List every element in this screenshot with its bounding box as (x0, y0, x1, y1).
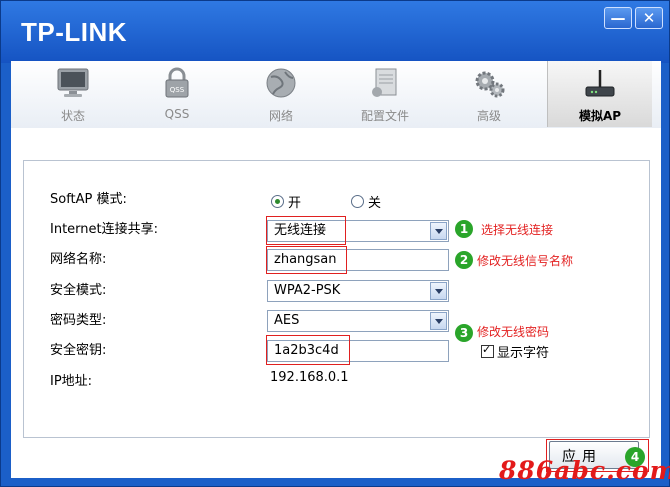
security-mode-select[interactable]: WPA2-PSK (267, 280, 449, 302)
radio-dot-icon (271, 195, 284, 208)
softap-on-radio[interactable]: 开 (271, 192, 301, 211)
internet-sharing-select[interactable]: 无线连接 (267, 220, 449, 242)
tab-qss[interactable]: QSS QSS (125, 61, 229, 127)
tab-advanced[interactable]: 高级 (437, 61, 541, 127)
tp-link-logo: TP-LINK (21, 17, 128, 47)
cipher-type-select[interactable]: AES (267, 310, 449, 332)
show-characters-label: 显示字符 (497, 346, 550, 361)
security-key-label: 安全密钥: (50, 343, 107, 358)
router-icon (585, 70, 615, 97)
chevron-down-icon[interactable] (430, 312, 447, 330)
tab-label: 网络 (268, 109, 293, 123)
internet-sharing-label: Internet连接共享: (50, 222, 158, 237)
close-button[interactable]: ✕ (635, 7, 663, 29)
step-badge: 1 (455, 220, 473, 238)
tab-label: 高级 (476, 109, 501, 123)
ip-address-label: IP地址: (50, 374, 93, 389)
tab-network[interactable]: 网络 (229, 61, 333, 127)
softap-mode-label: SoftAP 模式: (50, 192, 127, 207)
radio-on-label: 开 (288, 196, 302, 211)
watermark: 886abc.com (499, 456, 670, 485)
ip-address-value: 192.168.0.1 (270, 370, 349, 385)
minimize-button[interactable]: — (604, 7, 632, 29)
chevron-down-icon[interactable] (430, 282, 447, 300)
tab-label: QSS (164, 107, 190, 121)
security-mode-label: 安全模式: (50, 283, 107, 298)
checkbox-check-icon (481, 343, 494, 358)
monitor-icon (57, 68, 89, 97)
app-window: TP-LINK — ✕ 状态 QSS QSS 网络 配置文件 高级 模拟AP S… (0, 0, 670, 487)
tab-soft-ap[interactable]: 模拟AP (547, 61, 652, 127)
content-area (11, 128, 661, 478)
radio-off-label: 关 (368, 196, 382, 211)
show-characters-checkbox[interactable]: 显示字符 (481, 342, 549, 361)
security-value: WPA2-PSK (274, 283, 341, 298)
radio-circle-icon (351, 195, 364, 208)
tab-status[interactable]: 状态 (21, 61, 125, 127)
annotation-text: 修改无线信号名称 (477, 254, 574, 268)
softap-off-radio[interactable]: 关 (351, 192, 381, 211)
tab-label: 状态 (60, 109, 85, 123)
security-key-input[interactable]: 1a2b3c4d (267, 340, 449, 362)
gears-icon (475, 71, 505, 98)
ssid-value: zhangsan (274, 252, 337, 267)
tab-profiles[interactable]: 配置文件 (333, 61, 437, 127)
ssid-input[interactable]: zhangsan (267, 249, 449, 271)
annotation-text: 选择无线连接 (481, 223, 554, 237)
cipher-value: AES (274, 313, 300, 328)
nav-toolbar: 状态 QSS QSS 网络 配置文件 高级 模拟AP (11, 61, 661, 129)
ssid-label: 网络名称: (50, 252, 107, 267)
annotation-text: 修改无线密码 (477, 325, 550, 339)
step-badge: 3 (455, 324, 473, 342)
svg-text:QSS: QSS (170, 86, 185, 94)
title-bar: TP-LINK — ✕ (1, 1, 669, 63)
sharing-value: 无线连接 (274, 223, 327, 238)
globe-icon (266, 68, 296, 98)
key-value: 1a2b3c4d (274, 343, 339, 358)
chevron-down-icon[interactable] (430, 222, 447, 240)
lock-icon: QSS (165, 67, 189, 98)
document-icon (372, 68, 397, 97)
tab-label: 模拟AP (578, 109, 622, 123)
tab-label: 配置文件 (360, 109, 409, 123)
step-badge: 2 (455, 251, 473, 269)
cipher-type-label: 密码类型: (50, 313, 107, 328)
